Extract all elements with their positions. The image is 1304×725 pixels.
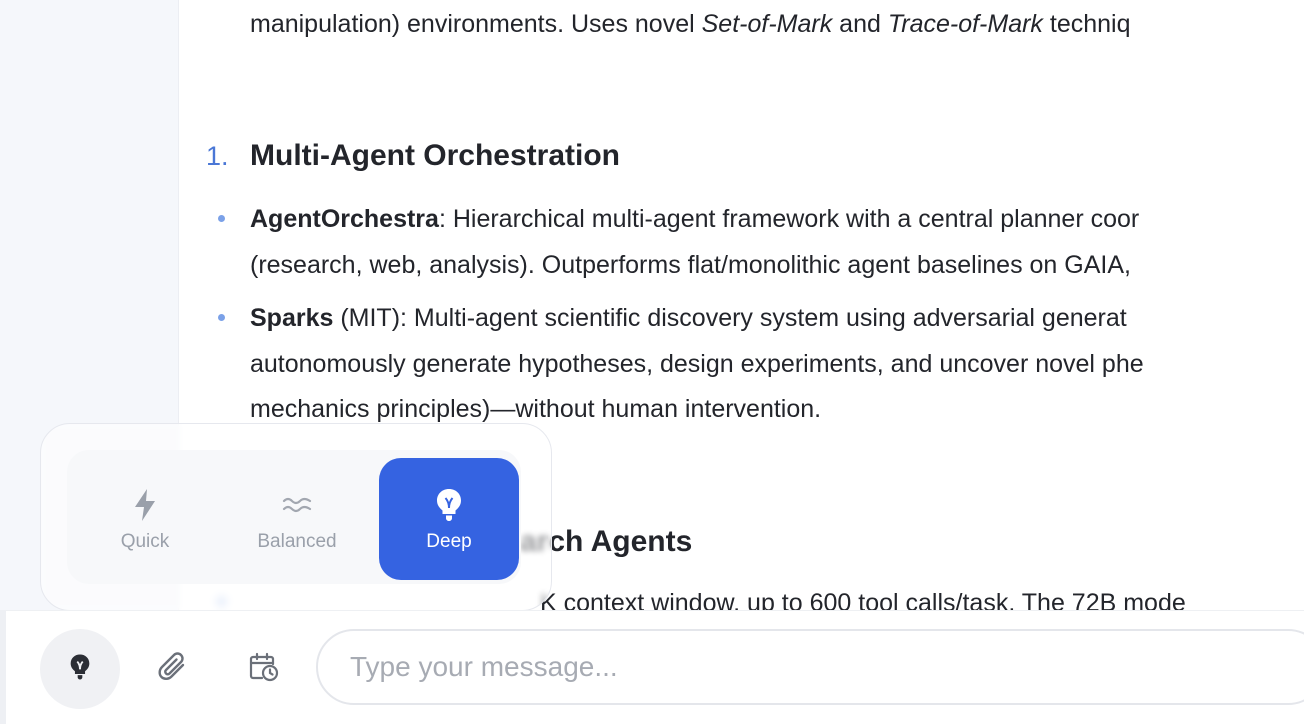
schedule-button[interactable] <box>224 629 304 709</box>
bullet-marker <box>218 314 225 321</box>
message-input[interactable] <box>316 629 1304 705</box>
item-term: AgentOrchestra <box>250 205 439 233</box>
lightbulb-icon <box>435 485 463 525</box>
mode-label: Quick <box>120 531 170 552</box>
emphasis-trace-of-mark: Trace-of-Mark <box>887 10 1043 38</box>
mode-label: Balanced <box>257 531 337 552</box>
list-item-line: autonomously generate hypotheses, design… <box>250 350 1144 378</box>
text-span: manipulation) environments. Uses novel <box>250 10 702 38</box>
text-span: techniq <box>1042 10 1131 38</box>
section-number: 1. <box>206 141 229 171</box>
mode-label: Deep <box>426 531 472 552</box>
lightning-icon <box>133 485 157 525</box>
input-bar <box>6 610 1304 725</box>
mode-options: Quick Balanced Deep <box>67 450 521 584</box>
item-text: : Hierarchical multi-agent framework wit… <box>438 205 1140 233</box>
paperclip-icon <box>157 651 187 688</box>
list-item-line-partial: K context window, up to 600 tool calls/t… <box>540 589 1186 610</box>
emphasis-set-of-mark: Set-of-Mark <box>701 10 833 38</box>
mode-selector-popup: Quick Balanced Deep <box>40 423 552 611</box>
section-heading: Multi-Agent Orchestration <box>250 139 621 172</box>
waves-icon <box>282 485 312 525</box>
item-text: (MIT): Multi-agent scientific discovery … <box>333 304 1127 332</box>
item-term: Sparks <box>250 304 334 332</box>
text-line: manipulation) environments. Uses novel S… <box>250 1 1131 47</box>
list-item-line: Sparks (MIT): Multi-agent scientific dis… <box>250 295 1127 341</box>
mode-balanced-button[interactable]: Balanced <box>227 458 367 580</box>
calendar-clock-icon <box>248 651 280 688</box>
mode-toggle-button[interactable] <box>40 629 120 709</box>
mode-quick-button[interactable]: Quick <box>75 458 215 580</box>
lightbulb-icon <box>69 653 91 686</box>
list-item-line: (research, web, analysis). Outperforms f… <box>250 251 1131 279</box>
text-span: and <box>832 10 888 38</box>
bullet-marker <box>218 215 225 222</box>
list-item-line: AgentOrchestra: Hierarchical multi-agent… <box>250 196 1139 242</box>
mode-deep-button[interactable]: Deep <box>379 458 519 580</box>
attach-button[interactable] <box>132 629 212 709</box>
